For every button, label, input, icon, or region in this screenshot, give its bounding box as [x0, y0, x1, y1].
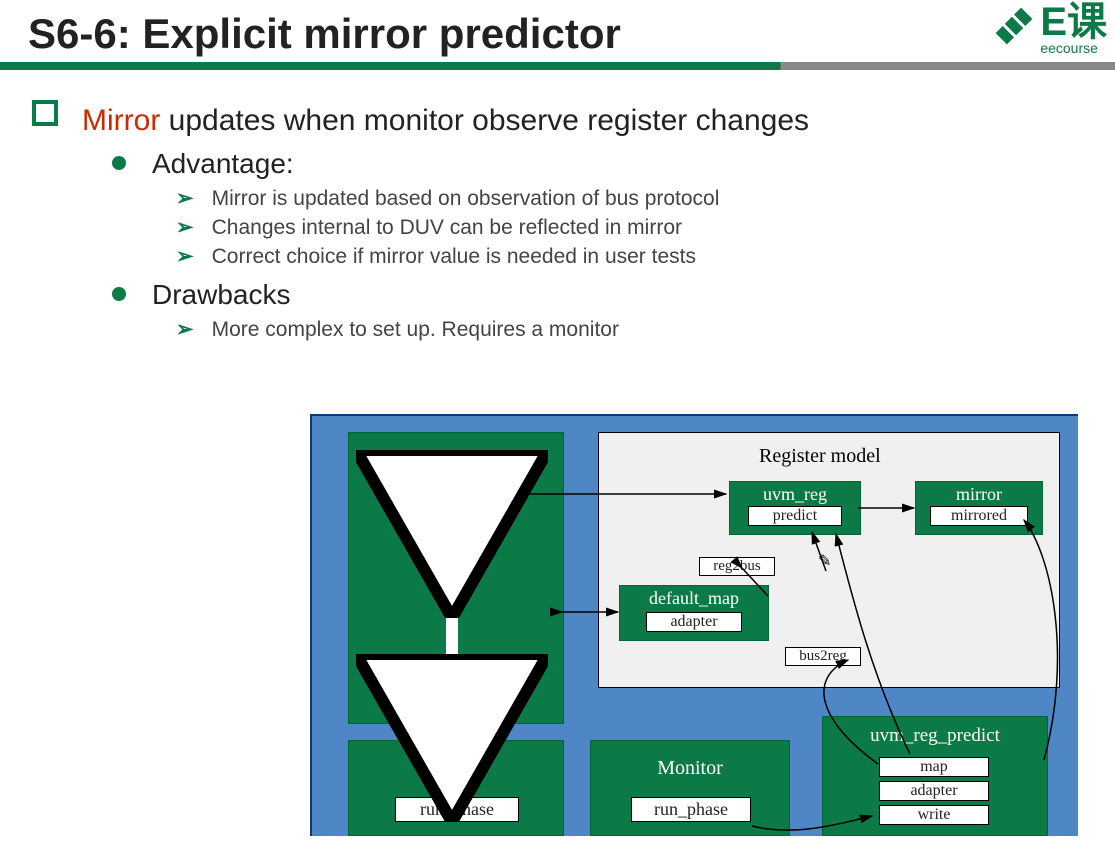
disc-bullet-icon — [112, 287, 126, 301]
body-block: body — [348, 432, 564, 724]
point-text: More complex to set up. Requires a monit… — [212, 318, 619, 341]
advantage-points: ➢ Mirror is updated based on observation … — [176, 186, 1091, 269]
driver-block: Driver run_phase — [348, 740, 564, 836]
reg2bus-label: reg2bus — [699, 557, 775, 576]
driver-run-phase: run_phase — [395, 797, 519, 822]
arrow-bullet-icon: ➢ — [176, 216, 194, 239]
uvm-reg-predict-label: uvm_reg_predict — [823, 725, 1047, 747]
point-text: Correct choice if mirror value is needed… — [212, 245, 696, 268]
mirrored-label: mirrored — [930, 506, 1028, 526]
driver-label: Driver — [349, 757, 563, 780]
default-map-block: default_map adapter — [619, 585, 769, 641]
drawbacks-header: Drawbacks — [112, 279, 1091, 311]
uvm-reg-label: uvm_reg — [730, 484, 860, 505]
slide: E课 eecourse S6-6: Explicit mirror predic… — [0, 0, 1115, 866]
predict-label: predict — [748, 506, 842, 526]
mirror-label: mirror — [916, 484, 1042, 505]
logo-text: E课 eecourse — [1040, 4, 1107, 56]
map-label: map — [879, 757, 989, 777]
monitor-label: Monitor — [591, 757, 789, 780]
advantage-header: Advantage: — [112, 148, 1091, 180]
logo-cn: E课 — [1040, 4, 1107, 40]
point-text: Mirror is updated based on observation o… — [212, 187, 720, 210]
heading-mirror: Mirror — [82, 104, 160, 137]
heading-rest: updates when monitor observe register ch… — [160, 104, 809, 137]
point-text: Changes internal to DUV can be reflected… — [212, 216, 682, 239]
square-bullet-icon — [32, 100, 58, 126]
list-item: ➢ Correct choice if mirror value is neede… — [176, 244, 1091, 269]
arrow-bullet-icon: ➢ — [176, 245, 194, 268]
default-map-label: default_map — [620, 588, 768, 609]
uvm-reg-predict-block: uvm_reg_predict map adapter write — [822, 716, 1048, 836]
arrow-bullet-icon: ➢ — [176, 318, 194, 341]
list-item: ➢ Changes internal to DUV can be reflecte… — [176, 215, 1091, 240]
mirror-block: mirror mirrored — [915, 481, 1043, 535]
title-rule — [0, 62, 1115, 70]
heading-line: Mirror updates when monitor observe regi… — [32, 100, 1091, 138]
register-model-label: Register model — [759, 445, 881, 468]
write-label: write — [879, 805, 989, 825]
diagram: body Register model uvm_reg predict mirr… — [310, 414, 1078, 836]
drawback-points: ➢ More complex to set up. Requires a moni… — [176, 317, 1091, 342]
monitor-block: Monitor run_phase — [590, 740, 790, 836]
adapter-label: adapter — [646, 612, 742, 632]
logo-en: eecourse — [1040, 40, 1107, 56]
logo-icon — [992, 4, 1036, 53]
predict-adapter-label: adapter — [879, 781, 989, 801]
drawbacks-label: Drawbacks — [152, 279, 290, 310]
slide-title: S6-6: Explicit mirror predictor — [0, 0, 1115, 62]
logo: E课 eecourse — [992, 4, 1107, 56]
uvm-reg-block: uvm_reg predict — [729, 481, 861, 535]
disc-bullet-icon — [112, 156, 126, 170]
register-model: Register model uvm_reg predict mirror mi… — [598, 432, 1060, 688]
monitor-run-phase: run_phase — [631, 797, 751, 822]
list-item: ➢ Mirror is updated based on observation … — [176, 186, 1091, 211]
advantage-label: Advantage: — [152, 148, 294, 179]
bus2reg-label: bus2reg — [785, 647, 861, 666]
arrow-bullet-icon: ➢ — [176, 187, 194, 210]
body-label: body — [399, 479, 513, 504]
list-item: ➢ More complex to set up. Requires a moni… — [176, 317, 1091, 342]
content: Mirror updates when monitor observe regi… — [0, 100, 1115, 342]
